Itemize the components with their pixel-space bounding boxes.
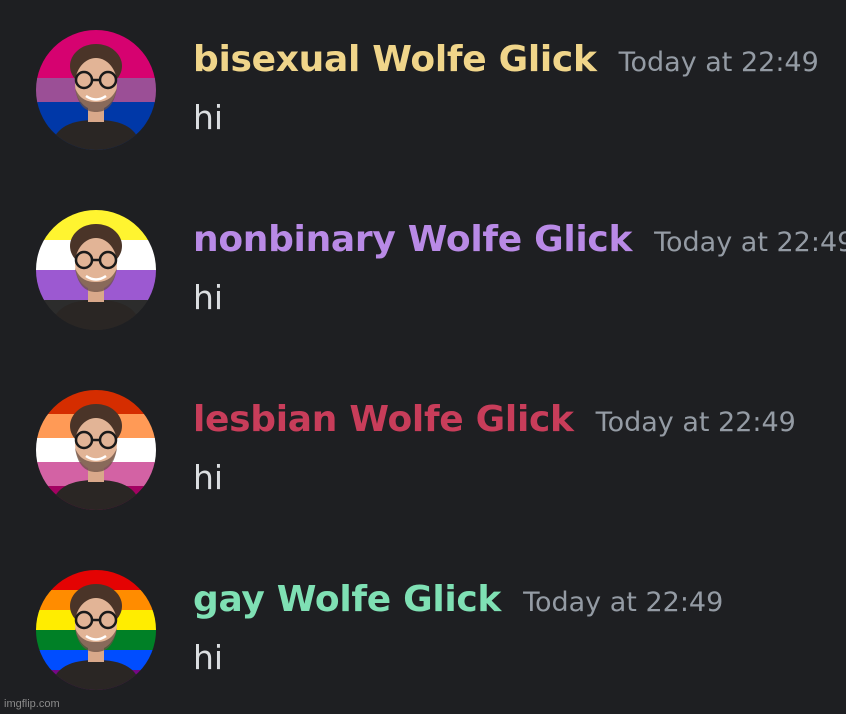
timestamp[interactable]: Today at 22:49 (619, 47, 819, 78)
timestamp[interactable]: Today at 22:49 (654, 227, 846, 258)
avatar-image (36, 210, 156, 330)
message-header: nonbinary Wolfe Glick Today at 22:49 (193, 218, 846, 265)
avatar-image (36, 570, 156, 690)
avatar[interactable] (36, 390, 156, 510)
message-header: lesbian Wolfe Glick Today at 22:49 (193, 398, 796, 445)
avatar[interactable] (36, 30, 156, 150)
timestamp[interactable]: Today at 22:49 (596, 407, 796, 438)
watermark: imgflip.com (4, 698, 60, 710)
avatar[interactable] (36, 210, 156, 330)
username[interactable]: lesbian Wolfe Glick (193, 399, 574, 440)
timestamp[interactable]: Today at 22:49 (523, 587, 723, 618)
avatar-image (36, 30, 156, 150)
username[interactable]: bisexual Wolfe Glick (193, 39, 597, 80)
message-header: gay Wolfe Glick Today at 22:49 (193, 578, 723, 625)
message-content: hi (193, 458, 224, 497)
message-content: hi (193, 638, 224, 677)
message-item[interactable]: nonbinary Wolfe Glick Today at 22:49 hi (0, 188, 846, 330)
message-item[interactable]: gay Wolfe Glick Today at 22:49 hi (0, 548, 846, 690)
message-content: hi (193, 278, 224, 317)
message-item[interactable]: lesbian Wolfe Glick Today at 22:49 hi (0, 368, 846, 510)
username[interactable]: nonbinary Wolfe Glick (193, 219, 632, 260)
message-content: hi (193, 98, 224, 137)
avatar-image (36, 390, 156, 510)
username[interactable]: gay Wolfe Glick (193, 579, 501, 620)
avatar[interactable] (36, 570, 156, 690)
message-item[interactable]: bisexual Wolfe Glick Today at 22:49 hi (0, 8, 846, 150)
message-header: bisexual Wolfe Glick Today at 22:49 (193, 38, 819, 85)
